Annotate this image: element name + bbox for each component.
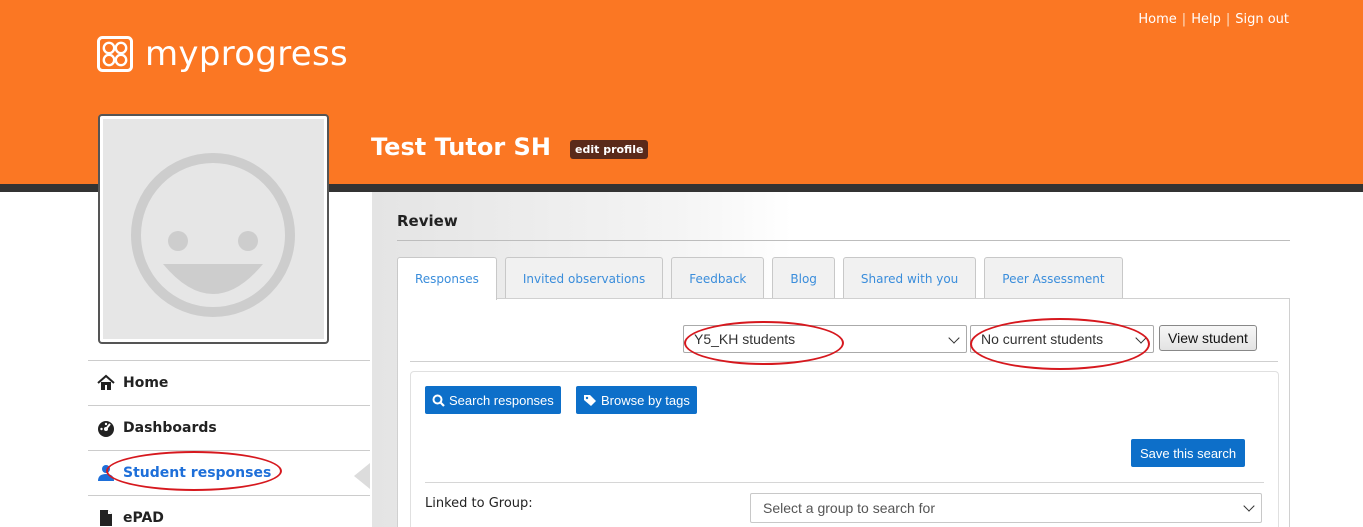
student-select[interactable]: No current students (970, 325, 1154, 353)
chevron-down-icon (1135, 332, 1147, 344)
tab-bar: Responses Invited observations Feedback … (397, 257, 1131, 300)
help-link[interactable]: Help (1191, 12, 1221, 27)
tab-shared-with-you[interactable]: Shared with you (842, 257, 977, 299)
tag-icon (584, 394, 596, 406)
group-select[interactable]: Y5_KH students (683, 325, 967, 353)
active-indicator-arrow (354, 463, 370, 489)
tab-peer-assessment[interactable]: Peer Assessment (984, 257, 1123, 299)
page-title: Review (397, 212, 458, 230)
sidebar-item-dashboards[interactable]: Dashboards (88, 405, 370, 450)
browse-by-tags-label: Browse by tags (601, 392, 690, 408)
group-select-value: Y5_KH students (694, 331, 796, 347)
linked-group-label: Linked to Group: (425, 496, 533, 511)
panel-divider (410, 361, 1278, 362)
linked-group-select[interactable]: Select a group to search for (750, 493, 1262, 523)
save-search-button[interactable]: Save this search (1131, 439, 1246, 467)
link-separator: | (1181, 12, 1187, 27)
search-responses-label: Search responses (449, 392, 554, 408)
document-icon (100, 510, 112, 526)
tab-blog[interactable]: Blog (772, 257, 835, 299)
search-icon (432, 394, 445, 407)
avatar-placeholder (103, 119, 324, 339)
sidebar-item-label: ePAD (123, 510, 164, 526)
browse-by-tags-button[interactable]: Browse by tags (576, 386, 697, 414)
tab-responses[interactable]: Responses (397, 257, 497, 300)
linked-group-placeholder: Select a group to search for (763, 500, 935, 516)
title-divider (397, 240, 1290, 241)
logo-text: myprogress (145, 34, 349, 74)
page: myprogress Home | Help | Sign out Test Tutor… (0, 0, 1363, 527)
home-icon (97, 374, 115, 390)
sidebar-item-home[interactable]: Home (88, 360, 370, 405)
avatar (98, 114, 329, 344)
tab-panel: Y5_KH students No current students View … (397, 298, 1290, 527)
sidebar-item-label: Dashboards (123, 420, 217, 436)
home-link[interactable]: Home (1138, 12, 1176, 27)
logo[interactable]: myprogress (97, 34, 348, 74)
logo-icon (97, 36, 133, 72)
dashboard-icon (98, 421, 114, 437)
sidebar-item-student-responses[interactable]: Student responses (88, 450, 370, 495)
search-responses-button[interactable]: Search responses (425, 386, 561, 414)
smiley-icon (131, 153, 295, 317)
chevron-down-icon (948, 332, 960, 344)
student-select-value: No current students (981, 331, 1104, 347)
chevron-down-icon (1243, 500, 1255, 512)
top-links: Home | Help | Sign out (1138, 12, 1289, 27)
sidebar-item-label: Student responses (123, 465, 272, 481)
search-divider (425, 482, 1264, 483)
tab-invited-observations[interactable]: Invited observations (504, 257, 664, 299)
sign-out-link[interactable]: Sign out (1235, 12, 1289, 27)
sidebar-nav: Home Dashboards Student responses ePAD (88, 360, 370, 527)
link-separator: | (1225, 12, 1231, 27)
sidebar-item-label: Home (123, 375, 169, 391)
search-box: Search responses Browse by tags Save thi… (410, 371, 1279, 527)
view-student-button[interactable]: View student (1159, 325, 1257, 351)
user-icon (98, 465, 114, 481)
edit-profile-button[interactable]: edit profile (570, 140, 649, 159)
sidebar-item-epad[interactable]: ePAD (88, 495, 370, 527)
tab-feedback[interactable]: Feedback (671, 257, 765, 299)
profile-name: Test Tutor SH (371, 133, 551, 161)
main-content: Review Responses Invited observations Fe… (372, 192, 1363, 527)
